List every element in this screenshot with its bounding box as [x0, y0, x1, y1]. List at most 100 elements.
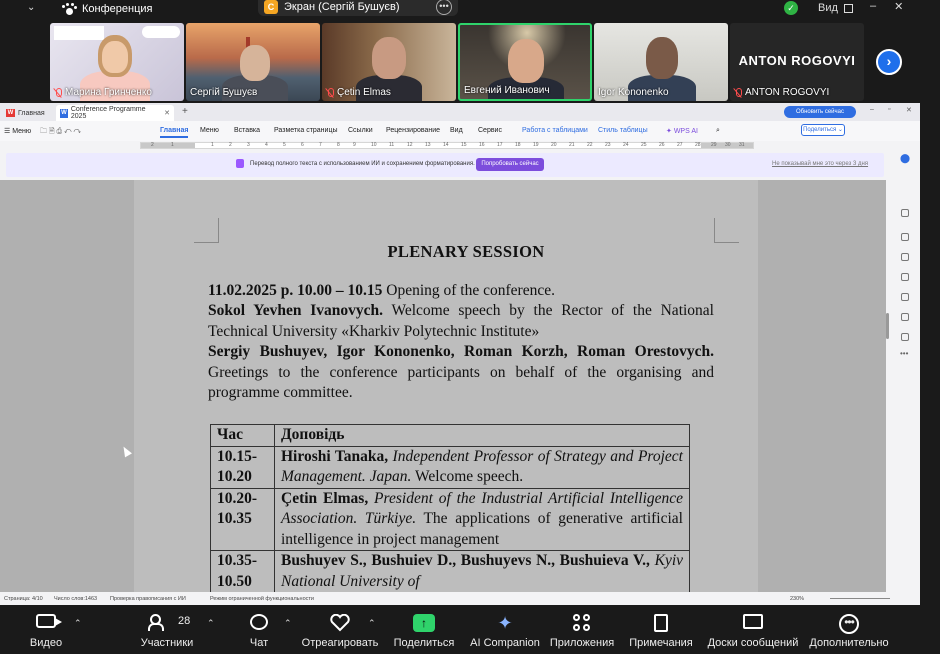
ruler-mark: 2	[151, 142, 154, 148]
menu-button[interactable]: ☰ Меню	[4, 127, 31, 135]
whiteboard-button[interactable]: Доски сообщений	[704, 606, 802, 654]
status-words: Число слов:1463	[54, 596, 98, 602]
paw-icon	[62, 3, 77, 15]
document-page[interactable]: PLENARY SESSION 11.02.2025 р. 10.00 – 10…	[134, 180, 758, 592]
ribbon-tab-review[interactable]: Рецензирование	[386, 127, 440, 134]
video-options-caret[interactable]: ⌃	[74, 618, 82, 629]
code-icon[interactable]	[901, 273, 909, 281]
speaker-name: Bushuyev S., Bushuiev D., Bushuyevs N., …	[281, 552, 650, 569]
close-icon[interactable]: ✕	[894, 0, 903, 13]
speaker-name: Hiroshi Tanaka,	[281, 447, 389, 465]
more-label: Дополнительно	[809, 637, 889, 649]
participants-button[interactable]: Участники	[132, 606, 202, 654]
new-tab-icon[interactable]: +	[182, 106, 188, 117]
quick-tools-icons[interactable]: 🗀 🗎 ⎙ ↶ ↷	[40, 127, 81, 138]
participant-tile[interactable]: Марина Гринченко	[50, 23, 184, 101]
close-tab-icon[interactable]: ✕	[164, 109, 170, 117]
more-options-icon[interactable]: •••	[436, 0, 452, 15]
schedule-table[interactable]: Час Доповідь 10.15-10.20 Hiroshi Tanaka,…	[210, 424, 690, 592]
right-side-toolbar: ⬤ •••	[890, 153, 920, 583]
participant-tile[interactable]: ANTON ROGOVYI ANTON ROGOVYI	[730, 23, 864, 101]
react-button[interactable]: Отреагировать	[298, 606, 382, 654]
row-talk: Hiroshi Tanaka, Independent Professor of…	[274, 445, 690, 489]
ruler-mark: 8	[337, 142, 340, 148]
ribbon-tab-references[interactable]: Ссылки	[348, 127, 373, 134]
ruler-mark: 4	[265, 142, 268, 148]
margin-corner-mark	[714, 218, 739, 243]
next-page-button[interactable]: ›	[876, 49, 902, 75]
participant-tile[interactable]: Сергій Бушуєв	[186, 23, 320, 101]
tab-document[interactable]: W Conference Programme 2025 ✕	[56, 105, 174, 121]
translate-icon[interactable]	[901, 333, 909, 341]
ruler-mark: 31	[739, 142, 745, 148]
vertical-scrollbar[interactable]	[886, 313, 889, 339]
upgrade-now-button[interactable]: Обновить сейчас	[784, 106, 856, 118]
video-camera-icon	[36, 614, 62, 628]
minimize-icon[interactable]: –	[870, 0, 876, 13]
participant-strip: Марина Гринченко Сергій Бушуєв Çetin Elm…	[50, 23, 914, 101]
status-zoom[interactable]: 230%	[790, 596, 804, 602]
chevron-down-icon[interactable]: ⌄	[27, 2, 35, 13]
location-pin-icon[interactable]: ⬤	[900, 153, 910, 164]
more-button[interactable]: ••• Дополнительно	[808, 606, 890, 654]
participant-tile[interactable]: Çetin Elmas	[322, 23, 456, 101]
horizontal-ruler[interactable]: 2 1 1 2 3 4 5 6 7 8 9 10 11 12 13 14 15 …	[0, 141, 920, 150]
lock-icon[interactable]	[901, 253, 909, 261]
more-tools-icon[interactable]: •••	[900, 349, 908, 358]
participant-tile-active-speaker[interactable]: Евгений Иванович	[458, 23, 592, 101]
ribbon-tab-menu[interactable]: Меню	[200, 127, 219, 134]
ribbon-tab-home[interactable]: Главная	[160, 127, 189, 138]
share-label: Поделиться	[803, 127, 837, 133]
hide-banner-link[interactable]: Не показывай мне это через 3 дня	[772, 161, 868, 167]
edit-pen-icon[interactable]	[901, 209, 909, 217]
notes-button[interactable]: Примечания	[626, 606, 696, 654]
view-menu[interactable]: Вид	[818, 2, 853, 14]
share-screen-icon: ↑	[413, 614, 435, 632]
close-icon[interactable]: ✕	[906, 106, 912, 114]
mouse-cursor	[120, 444, 132, 458]
history-icon[interactable]	[901, 313, 909, 321]
ribbon-tab-table-tools[interactable]: Работа с таблицами	[522, 127, 588, 134]
tab-home[interactable]: W Главная	[2, 105, 49, 121]
react-options-caret[interactable]: ⌃	[368, 618, 376, 629]
ruler-mark: 12	[407, 142, 413, 148]
participants-options-caret[interactable]: ⌃	[207, 618, 215, 629]
zoom-slider[interactable]	[830, 598, 890, 599]
status-spellcheck[interactable]: Проверка правописания с ИИ	[110, 596, 186, 602]
participant-name: Евгений Иванович	[464, 85, 550, 96]
share-document-button[interactable]: Поделиться ⌄	[801, 124, 845, 136]
select-arrow-icon[interactable]	[901, 233, 909, 241]
document-canvas[interactable]: PLENARY SESSION 11.02.2025 р. 10.00 – 10…	[0, 180, 886, 592]
mic-muted-icon	[326, 87, 334, 98]
ribbon-tab-service[interactable]: Сервис	[478, 127, 502, 134]
ribbon-tab-insert[interactable]: Вставка	[234, 127, 260, 134]
participants-label: Участники	[140, 637, 194, 649]
sliders-icon[interactable]	[901, 293, 909, 301]
writer-doc-icon: W	[60, 108, 68, 118]
security-shield-icon[interactable]: ✓	[784, 1, 798, 15]
ruler-mark: 2	[229, 142, 232, 148]
ai-companion-button[interactable]: ✦ AI Companion	[468, 606, 542, 654]
ribbon-tab-table-style[interactable]: Стиль таблицы	[598, 127, 648, 134]
video-button[interactable]: Видео	[20, 606, 72, 654]
chat-button[interactable]: Чат	[236, 606, 282, 654]
ribbon-tab-layout[interactable]: Разметка страницы	[274, 127, 338, 134]
search-icon[interactable]: ⌕	[716, 127, 720, 135]
apps-button[interactable]: Приложения	[546, 606, 618, 654]
try-now-button[interactable]: Попробовать сейчас	[476, 158, 544, 171]
chat-options-caret[interactable]: ⌃	[284, 618, 292, 629]
person-head	[646, 37, 678, 79]
tab-document-label: Conference Programme 2025	[70, 106, 146, 120]
meeting-title-text: Конференция	[82, 3, 153, 15]
wps-ai-label: WPS AI	[673, 128, 698, 135]
maximize-icon[interactable]: ▫	[888, 106, 890, 113]
row-time: 10.20-10.35	[210, 487, 275, 551]
share-screen-button[interactable]: ↑ Поделиться	[388, 606, 460, 654]
ribbon-tab-wps-ai[interactable]: ✦ WPS AI	[666, 127, 698, 135]
ribbon-tab-view[interactable]: Вид	[450, 127, 463, 134]
screen-share-indicator[interactable]: С Экран (Сергій Бушуєв) •••	[258, 0, 458, 16]
person-head	[372, 37, 406, 79]
minimize-icon[interactable]: –	[870, 106, 874, 113]
ruler-mark: 26	[659, 142, 665, 148]
participant-tile[interactable]: Igor Kononenko	[594, 23, 728, 101]
